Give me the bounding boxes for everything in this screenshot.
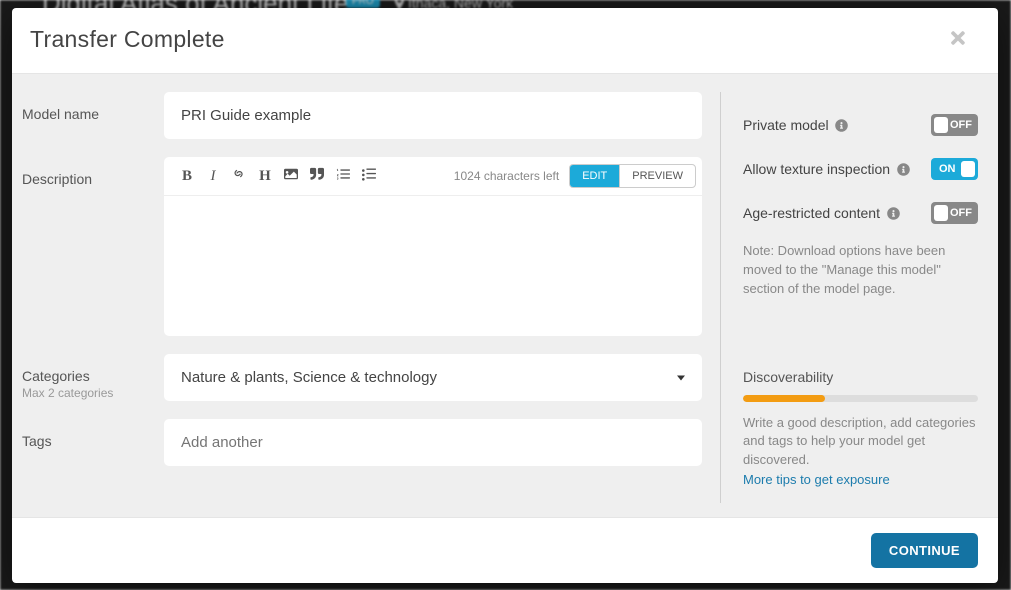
preview-tab[interactable]: PREVIEW (619, 165, 695, 187)
settings-column: Private model OFF Allow texture inspecti… (720, 92, 978, 503)
description-label: Description (22, 157, 164, 336)
help-icon[interactable] (835, 119, 848, 132)
help-icon[interactable] (887, 207, 900, 220)
categories-select[interactable]: Nature & plants, Science & technology (164, 354, 702, 401)
age-restricted-label: Age-restricted content (743, 205, 900, 221)
download-note: Note: Download options have been moved t… (743, 242, 978, 299)
texture-inspection-label: Allow texture inspection (743, 161, 910, 177)
model-name-row: Model name (22, 92, 702, 139)
private-model-label: Private model (743, 117, 848, 133)
description-editor: B I H (164, 157, 702, 336)
discoverability-title: Discoverability (743, 369, 978, 385)
description-row: Description B I H (22, 157, 702, 336)
private-model-row: Private model OFF (743, 114, 978, 136)
edit-tab[interactable]: EDIT (570, 165, 619, 187)
editor-toolbar: B I H (164, 157, 702, 196)
tags-row: Tags (22, 419, 702, 466)
tags-label: Tags (22, 419, 164, 466)
close-icon (948, 35, 968, 52)
bold-button[interactable]: B (174, 163, 200, 189)
discoverability-bar (743, 395, 978, 402)
edit-preview-tabs: EDIT PREVIEW (569, 164, 696, 188)
categories-sublabel: Max 2 categories (22, 386, 164, 400)
discoverability-text: Write a good description, add categories… (743, 414, 978, 471)
texture-inspection-toggle[interactable]: ON (931, 158, 978, 180)
quote-icon (310, 167, 324, 186)
modal-title: Transfer Complete (30, 26, 225, 53)
unordered-list-button[interactable] (356, 163, 382, 189)
list-ul-icon (362, 167, 376, 186)
discoverability-link[interactable]: More tips to get exposure (743, 472, 890, 487)
character-count: 1024 characters left (454, 169, 559, 183)
list-ol-icon (336, 167, 350, 186)
categories-row: Categories Max 2 categories Nature & pla… (22, 354, 702, 401)
discoverability-fill (743, 395, 825, 402)
chevron-down-icon (677, 375, 685, 380)
model-name-input[interactable] (164, 92, 702, 139)
texture-inspection-row: Allow texture inspection ON (743, 158, 978, 180)
pro-badge: PRO (346, 0, 380, 8)
model-name-label: Model name (22, 92, 164, 139)
image-icon (284, 167, 298, 186)
categories-value: Nature & plants, Science & technology (181, 369, 437, 386)
tags-input[interactable] (164, 419, 702, 466)
continue-button[interactable]: CONTINUE (871, 533, 978, 568)
heading-button[interactable]: H (252, 163, 278, 189)
help-icon[interactable] (897, 163, 910, 176)
private-model-toggle[interactable]: OFF (931, 114, 978, 136)
age-restricted-row: Age-restricted content OFF (743, 202, 978, 224)
categories-label: Categories Max 2 categories (22, 354, 164, 401)
ordered-list-button[interactable] (330, 163, 356, 189)
description-textarea[interactable] (164, 196, 702, 336)
italic-button[interactable]: I (200, 163, 226, 189)
form-column: Model name Description B I (22, 92, 720, 503)
transfer-complete-modal: Transfer Complete Model name Description… (12, 8, 998, 583)
quote-button[interactable] (304, 163, 330, 189)
modal-body: Model name Description B I (12, 74, 998, 517)
modal-footer: CONTINUE (12, 517, 998, 583)
link-button[interactable] (226, 163, 252, 189)
age-restricted-toggle[interactable]: OFF (931, 202, 978, 224)
image-button[interactable] (278, 163, 304, 189)
close-button[interactable] (948, 28, 968, 52)
link-icon (232, 167, 246, 186)
modal-header: Transfer Complete (12, 8, 998, 74)
